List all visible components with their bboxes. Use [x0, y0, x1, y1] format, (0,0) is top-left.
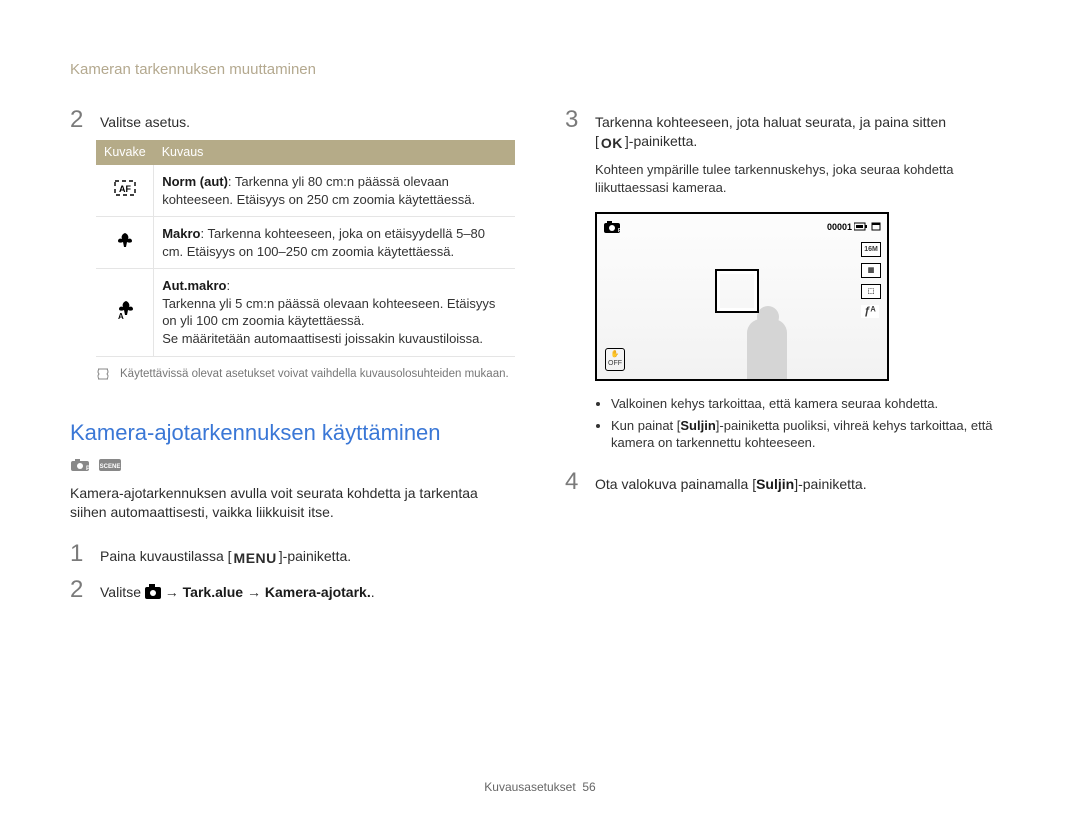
section-description: Kamera-ajotarkennuksen avulla voit seura…	[70, 484, 515, 522]
step-number: 2	[70, 576, 88, 602]
menu-path-a: Tark.alue	[183, 584, 243, 600]
list-item: Valkoinen kehys tarkoittaa, että kamera …	[611, 395, 1010, 413]
page-footer: Kuvausasetukset 56	[0, 779, 1080, 795]
counter-value: 00001	[827, 222, 852, 232]
section-title: Kamera-ajotarkennuksen käyttäminen	[70, 418, 515, 448]
table-row: AF Norm (aut): Tarkenna yli 80 cm:n pääs…	[96, 165, 515, 217]
step-text: Tarkenna kohteeseen, jota haluat seurata…	[595, 109, 1010, 153]
page: Kameran tarkennuksen muuttaminen 2 Valit…	[0, 0, 1080, 815]
step-number: 3	[565, 106, 583, 132]
note-icon	[96, 367, 110, 381]
arrow: →	[161, 584, 183, 600]
footer-section: Kuvausasetukset	[484, 780, 575, 794]
row-title: Aut.makro	[162, 278, 226, 293]
auto-macro-icon: A	[96, 269, 154, 356]
table-head-icon: Kuvake	[96, 140, 154, 165]
macro-icon	[96, 217, 154, 269]
svg-text:P: P	[618, 228, 621, 234]
step-text: Paina kuvaustilassa [MENU]-painiketta.	[100, 543, 515, 568]
svg-text:P: P	[86, 466, 90, 472]
step-text: Valitse asetus.	[100, 109, 515, 132]
text: Paina kuvaustilassa [	[100, 548, 232, 564]
step-1: 1 Paina kuvaustilassa [MENU]-painiketta.	[70, 540, 515, 568]
table-row: Makro: Tarkenna kohteeseen, joka on etäi…	[96, 217, 515, 269]
viewfinder-right-indicators: 16M ▦ ⬚ ƒᴬ	[861, 242, 881, 318]
step-text: Ota valokuva painamalla [Suljin]-painike…	[595, 471, 1010, 494]
indicator-frame: ⬚	[861, 284, 881, 299]
menu-key: MENU	[232, 549, 279, 568]
step-number: 1	[70, 540, 88, 566]
shutter-key: Suljin	[756, 476, 794, 492]
step-3: 3 Tarkenna kohteeseen, jota haluat seura…	[565, 106, 1010, 153]
step-text: Valitse → Tark.alue → Kamera-ajotark..	[100, 579, 515, 602]
breadcrumb: Kameran tarkennuksen muuttaminen	[70, 60, 1010, 80]
row-title: Norm (aut)	[162, 174, 228, 189]
viewfinder-counter: 00001	[827, 221, 881, 233]
focus-frame	[715, 269, 759, 313]
viewfinder-preview: P 00001	[595, 212, 889, 381]
af-normal-icon: AF	[96, 165, 154, 217]
step-number: 2	[70, 106, 88, 132]
step-number: 4	[565, 468, 583, 494]
camera-icon	[145, 587, 161, 599]
two-column-layout: 2 Valitse asetus. Kuvake Kuvaus	[70, 106, 1010, 609]
table-cell-desc: Makro: Tarkenna kohteeseen, joka on etäi…	[154, 217, 515, 269]
menu-path-b: Kamera-ajotark.	[265, 584, 371, 600]
scene-icon: SCENE	[98, 458, 122, 472]
text: ]-painiketta.	[794, 476, 866, 492]
table-cell-desc: Norm (aut): Tarkenna yli 80 cm:n päässä …	[154, 165, 515, 217]
step-3-sub: Kohteen ympärille tulee tarkennuskehys, …	[595, 161, 1010, 196]
indicator-16m: 16M	[861, 242, 881, 257]
svg-text:A: A	[118, 312, 124, 320]
indicator-grid: ▦	[861, 263, 881, 278]
text: Valitse	[100, 584, 145, 600]
text: ]-painiketta.	[625, 133, 697, 149]
text: Tarkenna kohteeseen, jota haluat seurata…	[595, 114, 946, 130]
camera-p-icon: P	[603, 220, 621, 234]
ok-key: OK	[599, 134, 625, 153]
text: ]-painiketta.	[279, 548, 351, 564]
list-item: Kun painat [Suljin]-painiketta puoliksi,…	[611, 417, 1010, 452]
step-2b: 2 Valitse → Tark.alue → Kamera-ajotark..	[70, 576, 515, 602]
arrow: →	[243, 584, 265, 600]
camera-p-icon: P	[70, 458, 90, 472]
text: Ota valokuva painamalla [	[595, 476, 756, 492]
footnote-text: Käytettävissä olevat asetukset voivat va…	[120, 367, 509, 383]
row-text: : Tarkenna kohteeseen, joka on etäisyyde…	[162, 226, 485, 259]
svg-text:SCENE: SCENE	[99, 464, 120, 470]
step-4: 4 Ota valokuva painamalla [Suljin]-paini…	[565, 468, 1010, 494]
ois-off-icon: ✋ OFF	[605, 348, 625, 371]
footnote: Käytettävissä olevat asetukset voivat va…	[96, 367, 515, 383]
indicator-flash-auto: ƒᴬ	[861, 305, 879, 318]
mode-icons: P SCENE	[70, 456, 515, 474]
left-column: 2 Valitse asetus. Kuvake Kuvaus	[70, 106, 515, 609]
row-title: Makro	[162, 226, 200, 241]
svg-text:AF: AF	[119, 184, 131, 194]
table-head-desc: Kuvaus	[154, 140, 515, 165]
viewfinder-top-row: P 00001	[603, 220, 881, 234]
focus-options-table: Kuvake Kuvaus AF Norm (aut): Tar	[96, 140, 515, 356]
table-row: A Aut.makro: Tarkenna yli 5 cm:n päässä …	[96, 269, 515, 356]
text: .	[371, 584, 375, 600]
footer-page: 56	[582, 780, 595, 794]
shutter-key: Suljin	[680, 418, 715, 433]
step-2: 2 Valitse asetus.	[70, 106, 515, 132]
right-column: 3 Tarkenna kohteeseen, jota haluat seura…	[565, 106, 1010, 609]
viewfinder-notes: Valkoinen kehys tarkoittaa, että kamera …	[595, 395, 1010, 452]
table-cell-desc: Aut.makro: Tarkenna yli 5 cm:n päässä ol…	[154, 269, 515, 356]
